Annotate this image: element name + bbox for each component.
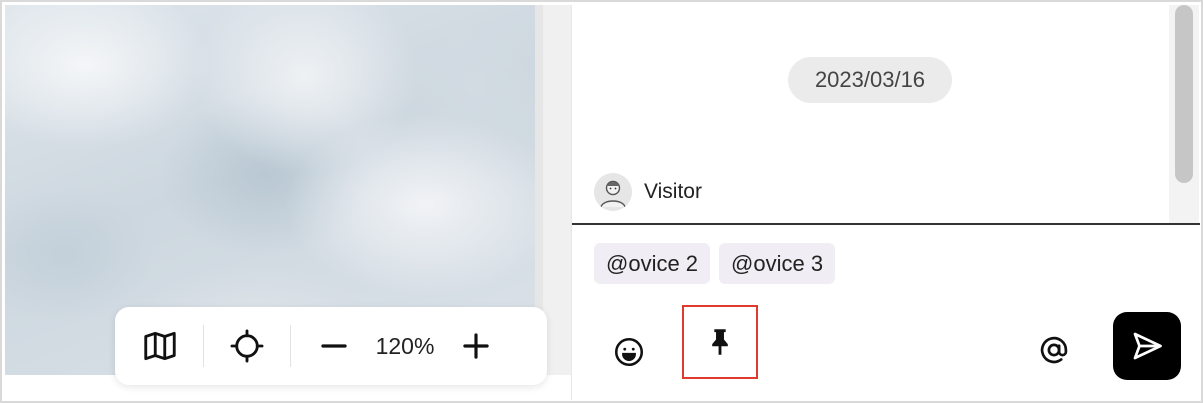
crosshair-icon [230, 329, 264, 363]
map-overview-button[interactable] [125, 316, 195, 376]
pin-icon [712, 329, 728, 355]
date-separator: 2023/03/16 [788, 57, 952, 103]
message-sender: Visitor [594, 173, 702, 211]
toolbar-divider [203, 325, 204, 367]
zoom-out-button[interactable] [299, 316, 369, 376]
emoji-button[interactable] [602, 325, 656, 379]
chat-panel: 2023/03/16 Visitor @ovice 2 @ovice 3 [571, 5, 1200, 400]
send-button[interactable] [1113, 312, 1181, 380]
sender-name: Visitor [644, 180, 702, 203]
minus-icon [321, 344, 347, 348]
plus-icon [463, 333, 489, 359]
avatar[interactable] [594, 173, 632, 211]
chat-scrollbar-thumb[interactable] [1175, 5, 1193, 183]
composer-divider [572, 223, 1200, 225]
send-icon [1133, 332, 1162, 360]
mention-list: @ovice 2 @ovice 3 [594, 243, 836, 284]
chat-scrollbar[interactable] [1169, 5, 1199, 223]
pin-button[interactable] [682, 305, 758, 379]
app-frame: 120% 2023/03/16 Visitor @ovice 2 @ovice … [0, 0, 1203, 403]
emoji-icon [614, 337, 644, 367]
map-icon [144, 331, 176, 361]
zoom-level: 120% [375, 332, 435, 359]
locate-me-button[interactable] [212, 316, 282, 376]
toolbar-divider [290, 325, 291, 367]
avatar-icon [594, 173, 632, 211]
mention-button[interactable] [1027, 323, 1081, 377]
mention-chip[interactable]: @ovice 3 [719, 243, 836, 284]
map-toolbar: 120% [115, 307, 547, 385]
zoom-in-button[interactable] [441, 316, 511, 376]
at-icon [1040, 336, 1068, 364]
mention-chip[interactable]: @ovice 2 [594, 243, 711, 284]
